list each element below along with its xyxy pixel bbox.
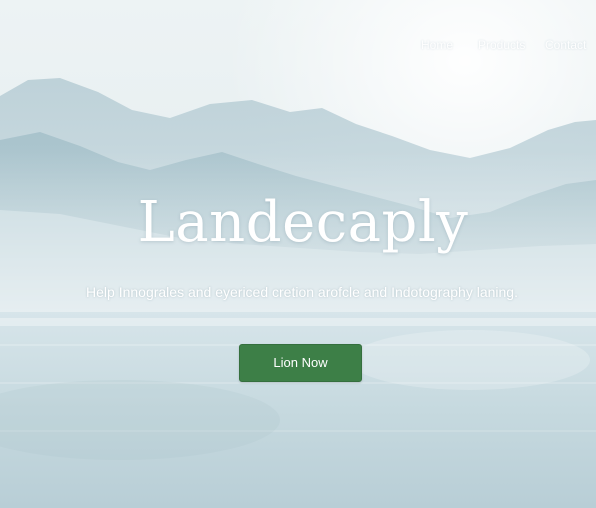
nav-link-home[interactable]: Home	[421, 38, 453, 52]
cta-button[interactable]: Lion Now	[239, 344, 362, 382]
hero-section: Home Products Contact Landecaply Help In…	[0, 0, 596, 508]
top-navigation: Home Products Contact	[0, 38, 596, 54]
hero-title: Landecaply	[137, 190, 469, 255]
nav-link-contact[interactable]: Contact	[545, 38, 586, 52]
nav-link-products[interactable]: Products	[478, 38, 525, 52]
hero-subtitle: Help Innograles and eyericed cretion aro…	[86, 284, 518, 300]
